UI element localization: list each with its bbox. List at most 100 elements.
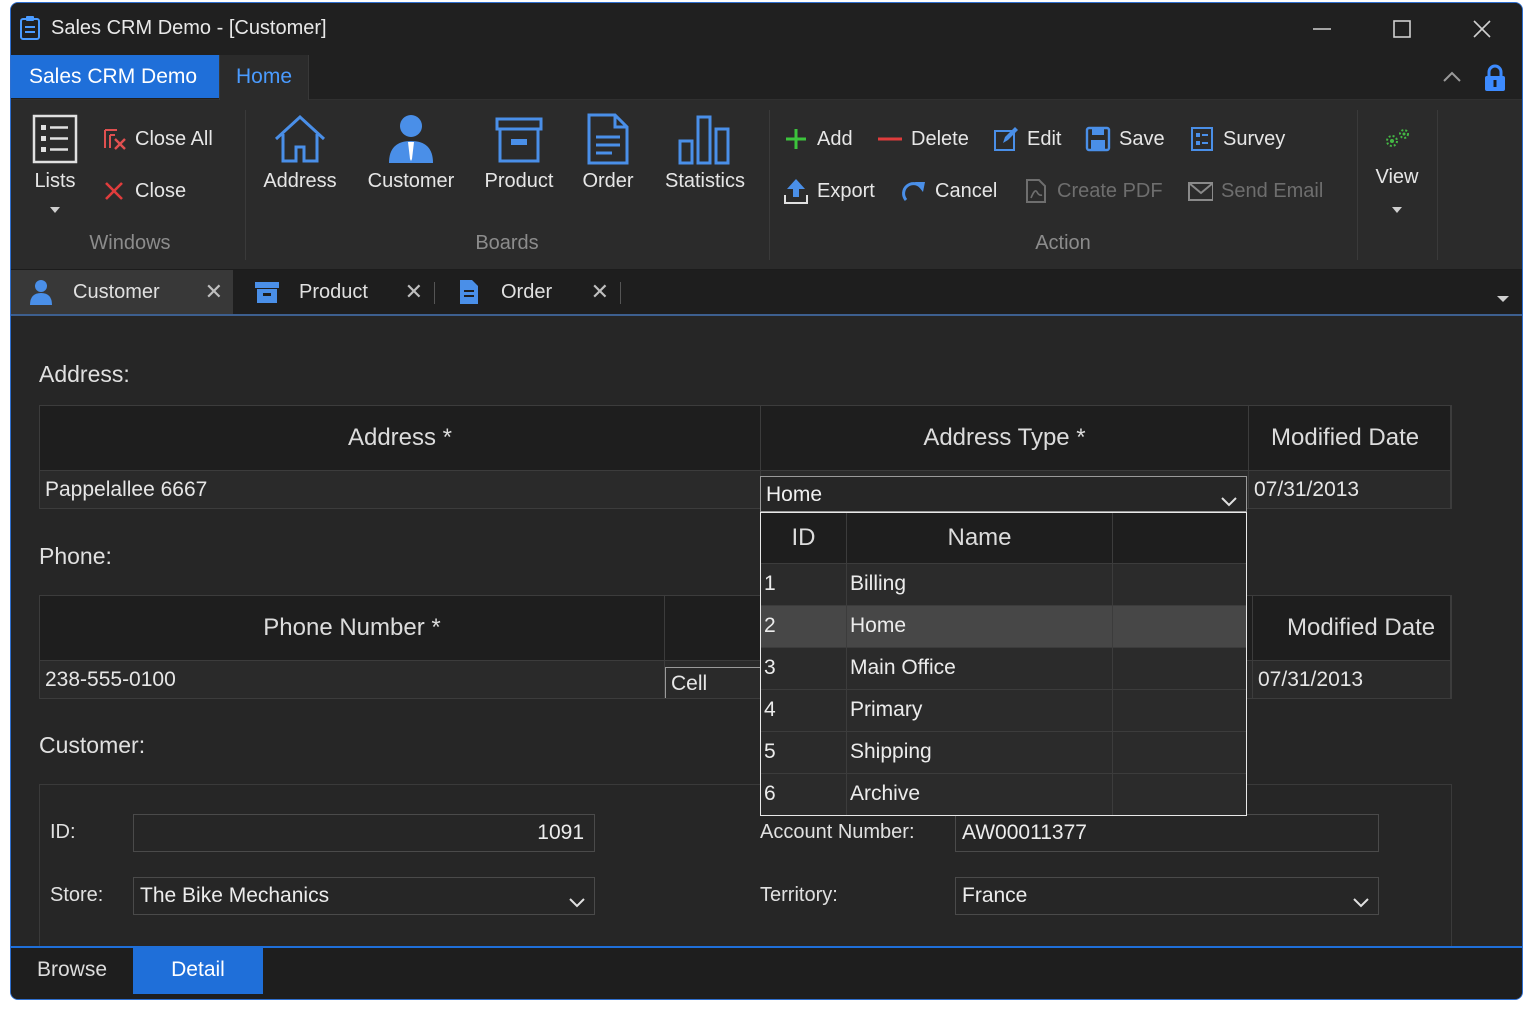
address-section-title: Address: xyxy=(39,361,130,387)
phone-modified-date-column-header[interactable]: Modified Date xyxy=(1253,596,1451,660)
tab-detail[interactable]: Detail xyxy=(133,948,263,994)
add-label: Add xyxy=(817,127,853,150)
popup-name-cell: Archive xyxy=(847,774,1113,815)
send-email-button[interactable]: Send Email xyxy=(1187,178,1323,204)
close-tab-icon[interactable]: ✕ xyxy=(591,279,609,305)
maximize-button[interactable] xyxy=(1362,3,1442,55)
popup-row[interactable]: 6 Archive xyxy=(761,773,1246,815)
close-window-button[interactable] xyxy=(1442,3,1522,55)
order-tab-icon xyxy=(455,279,483,305)
territory-select[interactable]: France xyxy=(955,877,1379,915)
app-clipboard-icon xyxy=(19,15,41,41)
group-separator xyxy=(1357,110,1358,260)
close-label: Close xyxy=(135,179,187,202)
export-button[interactable]: Export xyxy=(783,178,875,204)
phone-number-column-header[interactable]: Phone Number * xyxy=(40,596,665,660)
board-statistics-button[interactable]: Statistics xyxy=(657,108,753,193)
cancel-label: Cancel xyxy=(935,179,998,202)
tab-browse[interactable]: Browse xyxy=(11,948,133,994)
email-envelope-icon xyxy=(1187,178,1213,204)
close-tab-icon[interactable]: ✕ xyxy=(405,279,423,305)
customer-section-title: Customer: xyxy=(39,732,146,758)
lists-button[interactable]: Lists xyxy=(25,108,85,220)
store-label: Store: xyxy=(50,884,104,906)
popup-row[interactable]: 3 Main Office xyxy=(761,647,1246,689)
phone-number-cell[interactable]: 238-555-0100 xyxy=(40,660,665,698)
app-menu-tab[interactable]: Sales CRM Demo xyxy=(11,55,219,98)
edit-button[interactable]: Edit xyxy=(993,126,1061,152)
popup-row[interactable]: 4 Primary xyxy=(761,689,1246,731)
popup-name-cell: Shipping xyxy=(847,732,1113,773)
minimize-button[interactable] xyxy=(1282,3,1362,55)
doc-tab-label: Customer xyxy=(73,280,160,303)
popup-row[interactable]: 5 Shipping xyxy=(761,731,1246,773)
board-product-button[interactable]: Product xyxy=(479,108,559,193)
view-dropdown-icon xyxy=(1367,197,1427,220)
delete-label: Delete xyxy=(911,127,969,150)
customer-icon xyxy=(389,115,433,163)
chevron-down-icon[interactable] xyxy=(1220,489,1238,513)
lists-label: Lists xyxy=(34,170,76,192)
view-button[interactable]: View xyxy=(1367,114,1427,220)
doc-tab-product[interactable]: Product ✕ xyxy=(237,270,435,314)
product-box-icon xyxy=(495,117,543,163)
save-button[interactable]: Save xyxy=(1085,126,1165,152)
popup-row-selected[interactable]: 2 Home xyxy=(761,605,1246,647)
add-button[interactable]: Add xyxy=(783,126,853,152)
tab-home[interactable]: Home xyxy=(219,55,309,100)
tab-separator xyxy=(620,282,621,304)
statistics-board-label: Statistics xyxy=(664,170,746,192)
chevron-down-icon[interactable] xyxy=(568,890,586,914)
undo-arrow-icon xyxy=(901,178,927,204)
address-type-combo[interactable]: Home xyxy=(760,476,1247,512)
cancel-button[interactable]: Cancel xyxy=(901,178,997,204)
doc-tab-label: Product xyxy=(299,280,368,303)
account-number-field[interactable]: AW00011377 xyxy=(955,814,1379,852)
export-label: Export xyxy=(817,179,875,202)
store-select[interactable]: The Bike Mechanics xyxy=(133,877,595,915)
address-modified-date-cell[interactable]: 07/31/2013 xyxy=(1249,470,1451,508)
address-column-header[interactable]: Address * xyxy=(40,406,761,470)
phone-type-value[interactable]: Cell xyxy=(665,667,775,698)
lock-icon[interactable] xyxy=(1481,63,1509,98)
board-order-button[interactable]: Order xyxy=(573,108,643,193)
doc-tab-order[interactable]: Order ✕ xyxy=(439,270,621,314)
address-type-column-header[interactable]: Address Type * xyxy=(761,406,1249,470)
close-red-icon xyxy=(101,178,127,204)
popup-id-header[interactable]: ID xyxy=(761,513,847,563)
edit-pencil-icon xyxy=(993,126,1019,152)
phone-modified-date-cell[interactable]: 07/31/2013 xyxy=(1253,660,1451,698)
board-customer-button[interactable]: Customer xyxy=(361,108,461,193)
popup-row[interactable]: 1 Billing xyxy=(761,563,1246,605)
tabs-dropdown-icon[interactable] xyxy=(1496,290,1510,308)
address-type-dropdown: ID Name 1 Billing 2 Home 3 Main Office 4… xyxy=(760,512,1247,816)
survey-button[interactable]: Survey xyxy=(1189,126,1285,152)
popup-name-cell: Main Office xyxy=(847,648,1113,689)
close-all-button[interactable]: Close All xyxy=(101,126,213,152)
close-all-label: Close All xyxy=(135,127,213,150)
territory-value: France xyxy=(962,884,1028,907)
close-all-icon xyxy=(101,126,127,152)
view-label: View xyxy=(1375,166,1419,188)
territory-label: Territory: xyxy=(760,884,838,906)
board-address-button[interactable]: Address xyxy=(257,108,343,193)
lists-dropdown-icon xyxy=(25,197,85,220)
doc-tab-customer[interactable]: Customer ✕ xyxy=(11,270,233,314)
close-button[interactable]: Close xyxy=(101,178,186,204)
chevron-down-icon[interactable] xyxy=(1352,890,1370,914)
order-document-icon xyxy=(587,113,629,165)
close-tab-icon[interactable]: ✕ xyxy=(205,279,223,305)
delete-button[interactable]: Delete xyxy=(877,126,969,152)
ribbon-tab-strip: Sales CRM Demo Home xyxy=(11,55,1522,100)
popup-name-header[interactable]: Name xyxy=(847,513,1113,563)
modified-date-column-header[interactable]: Modified Date xyxy=(1249,406,1451,470)
customer-tab-icon xyxy=(27,279,55,305)
id-field[interactable]: 1091 xyxy=(133,814,595,852)
minimize-icon xyxy=(1313,28,1331,30)
save-disk-icon xyxy=(1085,126,1111,152)
address-cell[interactable]: Pappelallee 6667 xyxy=(40,470,761,508)
popup-empty-header xyxy=(1113,513,1246,563)
create-pdf-button[interactable]: Create PDF xyxy=(1023,178,1163,204)
popup-id-cell: 4 xyxy=(761,690,847,731)
collapse-ribbon-icon[interactable] xyxy=(1441,69,1463,88)
